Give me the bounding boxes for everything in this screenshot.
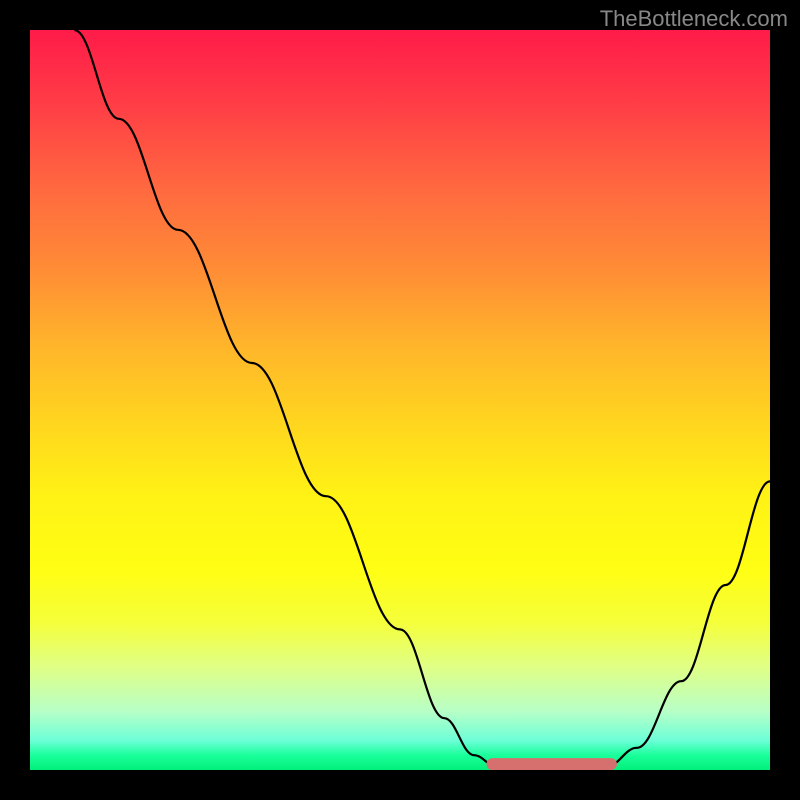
watermark-label: TheBottleneck.com (600, 6, 788, 32)
plot-area (30, 30, 770, 770)
bottleneck-curve (30, 30, 770, 770)
curve-line (74, 30, 770, 766)
chart-container: TheBottleneck.com (0, 0, 800, 800)
